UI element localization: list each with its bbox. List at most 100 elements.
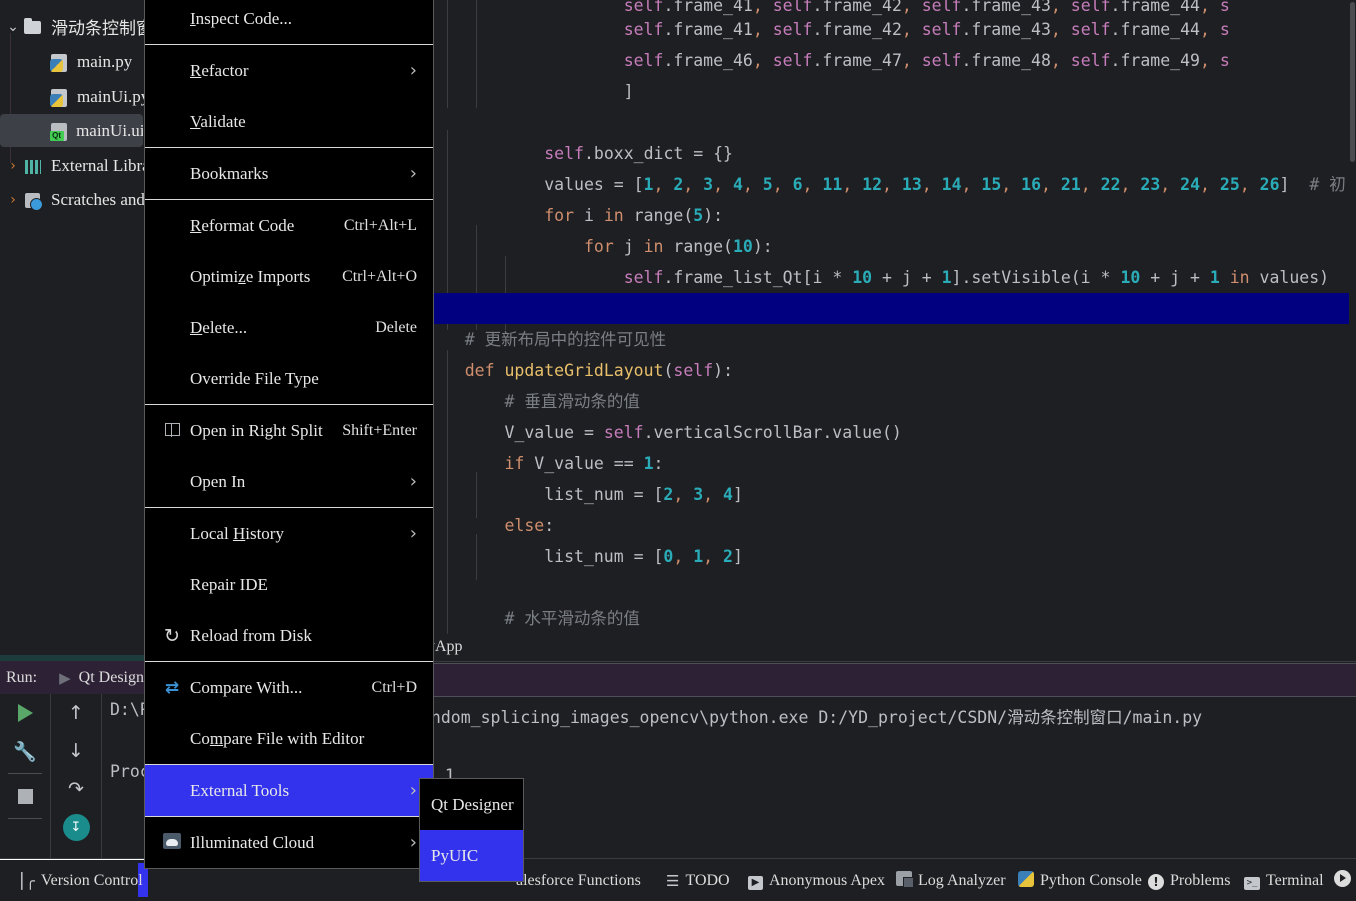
code-token: , [703,547,714,566]
file-context-menu[interactable]: Inspect Code... Refactor › Validate Bookmark… [144,0,434,869]
rerun-button[interactable] [5,694,45,732]
chevron-right-icon[interactable]: › [4,192,22,208]
status-bar-item-log-analyzer[interactable]: Log Analyzer [896,859,1006,901]
menu-item-shortcut: Delete [375,318,417,336]
menu-item-inspect-code[interactable]: Inspect Code... [145,0,433,44]
code-token: .frame_44 [1110,20,1200,39]
status-bar-item-label: Anonymous Apex [769,871,885,889]
submenu-item-pyuic[interactable]: PyUIC [420,830,523,881]
menu-item-optimize-imports[interactable]: Optimize Imports Ctrl+Alt+O [145,251,433,302]
code-token: : [544,516,555,535]
run-configuration-name[interactable]: Qt Design [79,669,144,687]
play-icon[interactable]: ▶ [59,669,71,687]
code-token: V_value == [524,454,644,473]
chevron-right-icon[interactable]: › [4,158,22,174]
code-editor[interactable]: self.frame_41, self.frame_42, self.frame… [425,0,1356,634]
submenu-item-qt-designer[interactable]: Qt Designer [420,779,523,830]
status-bar-item-alesforce-functions[interactable]: alesforce Functions [516,859,641,901]
external-tools-submenu[interactable]: Qt Designer PyUIC [419,778,524,882]
status-bar-item-anonymous-apex[interactable]: ▶ Anonymous Apex [748,859,885,901]
code-token: 21 [1060,175,1081,194]
editor-scrollbar[interactable] [1349,0,1356,634]
code-token: ): [703,206,724,225]
status-bar-item-s[interactable]: S [1334,859,1356,901]
status-bar-item-label: alesforce Functions [516,871,641,889]
menu-item-illuminated-cloud[interactable]: Illuminated Cloud › [145,817,433,868]
scroll-to-end-icon[interactable]: ↧ [56,808,96,846]
menu-item-repair-ide[interactable]: Repair IDE [145,559,433,610]
code-token: self [623,0,664,15]
soft-wrap-icon[interactable]: ↷ [56,770,96,808]
editor-scrollbar-thumb[interactable] [1350,2,1355,162]
submenu-item-label: PyUIC [431,845,479,865]
menu-item-compare-with[interactable]: ⇄ Compare With... Ctrl+D [145,662,433,713]
edit-configuration-button[interactable]: 🔧 [5,732,45,770]
status-bar-item-terminal[interactable]: >_ Terminal [1244,859,1324,901]
qt-ui-file-icon [48,121,71,141]
code-token: 12 [862,175,883,194]
chevron-down-icon[interactable]: ⌄ [4,19,22,35]
menu-item-external-tools[interactable]: External Tools › [145,765,433,816]
menu-item-label: Inspect Code... [190,8,292,28]
arrow-up-icon[interactable]: ↑ [56,694,96,732]
code-token: , [1239,175,1250,194]
menu-item-delete[interactable]: Delete... Delete [145,302,433,353]
code-token: .frame_46 [663,51,753,70]
chevron-right-icon: › [409,163,417,184]
code-token: 5 [693,206,704,225]
menu-item-open-in[interactable]: Open In › [145,456,433,507]
console-output-panel[interactable]: yApp andom_splicing_images_opencv\python… [421,634,1356,858]
code-token: 16 [1021,175,1042,194]
menu-item-compare-file-with-editor[interactable]: Compare File with Editor [145,713,433,764]
status-bar-item-problems[interactable]: ! Problems [1148,859,1230,901]
code-token: 3 [703,175,714,194]
code-token: .frame_41 [663,0,753,15]
menu-item-override-file-type[interactable]: Override File Type [145,353,433,404]
stop-button[interactable] [5,777,45,815]
menu-item-refactor[interactable]: Refactor › [145,45,433,96]
code-token: .frame_43 [961,20,1051,39]
code-token: : [653,454,664,473]
log-analyzer-icon [896,871,914,890]
code-line: values = [1, 2, 3, 4, 5, 6, 11, 12, 13, … [425,169,1346,200]
code-token: , [772,175,783,194]
menu-item-reformat-code[interactable]: Reformat Code Ctrl+Alt+L [145,200,433,251]
code-token: 3 [693,485,704,504]
menu-item-label: Reload from Disk [190,625,312,645]
code-token: + j + [1140,268,1210,287]
menu-item-local-history[interactable]: Local History › [145,508,433,559]
menu-item-bookmarks[interactable]: Bookmarks › [145,148,433,199]
status-bar-item-python-console[interactable]: Python Console [1018,859,1142,901]
menu-item-validate[interactable]: Validate [145,96,433,147]
menu-item-open-in-right-split[interactable]: Open in Right Split Shift+Enter [145,405,433,456]
code-token: , [901,20,912,39]
status-bar-item-todo[interactable]: ☰ TODO [666,859,730,901]
code-token: , [882,175,892,194]
tree-item-mainui-ui[interactable]: mainUi.ui [0,114,143,147]
console-tab-row: yApp [425,634,1356,662]
menu-item-reload-from-disk[interactable]: ↻ Reload from Disk [145,610,433,661]
submenu-item-label: Qt Designer [431,794,514,814]
code-token: ): [752,237,773,256]
status-bar-item-label: Python Console [1040,871,1142,889]
code-token: ] [732,547,743,566]
python-file-icon [48,87,72,107]
code-token: , [653,175,664,194]
code-token: values = [ [425,175,644,194]
scratches-icon [22,190,46,211]
status-bar-item-version-control[interactable]: ⎮╭ Version Control [18,859,143,901]
arrow-down-icon[interactable]: ↓ [56,732,96,770]
code-token: self [623,268,664,287]
apex-icon: ▶ [748,871,763,890]
code-token: 5 [762,175,773,194]
